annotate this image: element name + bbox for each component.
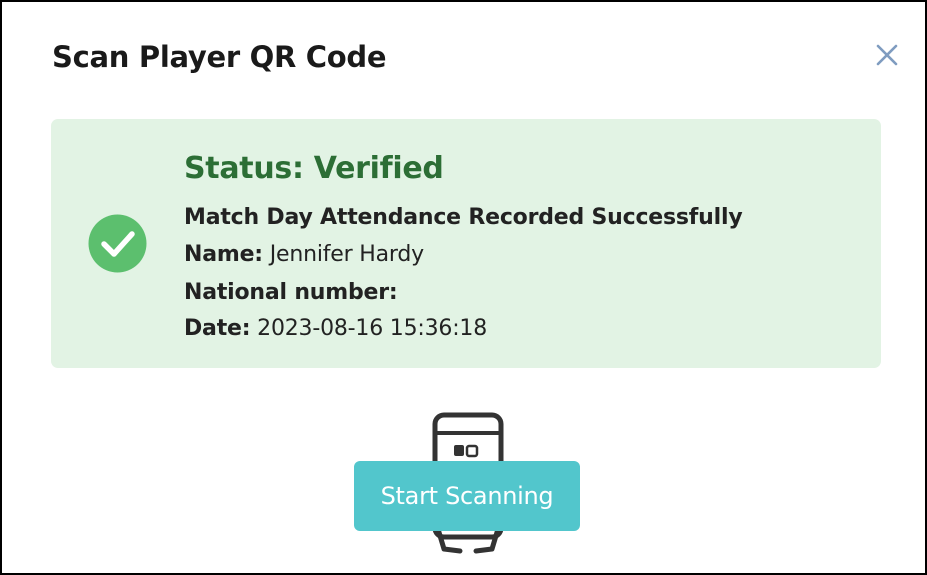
status-title: Status: Verified bbox=[184, 151, 444, 186]
national-number-row: National number: bbox=[184, 280, 398, 305]
dialog-title: Scan Player QR Code bbox=[52, 40, 387, 74]
date-row: Date: 2023-08-16 15:36:18 bbox=[184, 316, 487, 341]
player-name-row: Name: Jennifer Hardy bbox=[184, 242, 424, 267]
national-number-label: National number: bbox=[184, 280, 398, 305]
name-label: Name: bbox=[184, 242, 263, 267]
name-value: Jennifer Hardy bbox=[269, 242, 424, 267]
date-label: Date: bbox=[184, 316, 251, 341]
status-message: Match Day Attendance Recorded Successful… bbox=[184, 205, 743, 230]
status-panel: Status: Verified Match Day Attendance Re… bbox=[51, 119, 881, 368]
check-circle-icon bbox=[88, 214, 147, 273]
close-button[interactable] bbox=[873, 41, 901, 69]
close-icon bbox=[876, 44, 898, 66]
date-value: 2023-08-16 15:36:18 bbox=[257, 316, 487, 341]
scan-qr-dialog: Scan Player QR Code Status: Verified Mat… bbox=[0, 0, 927, 575]
start-scanning-button[interactable]: Start Scanning bbox=[354, 461, 580, 531]
